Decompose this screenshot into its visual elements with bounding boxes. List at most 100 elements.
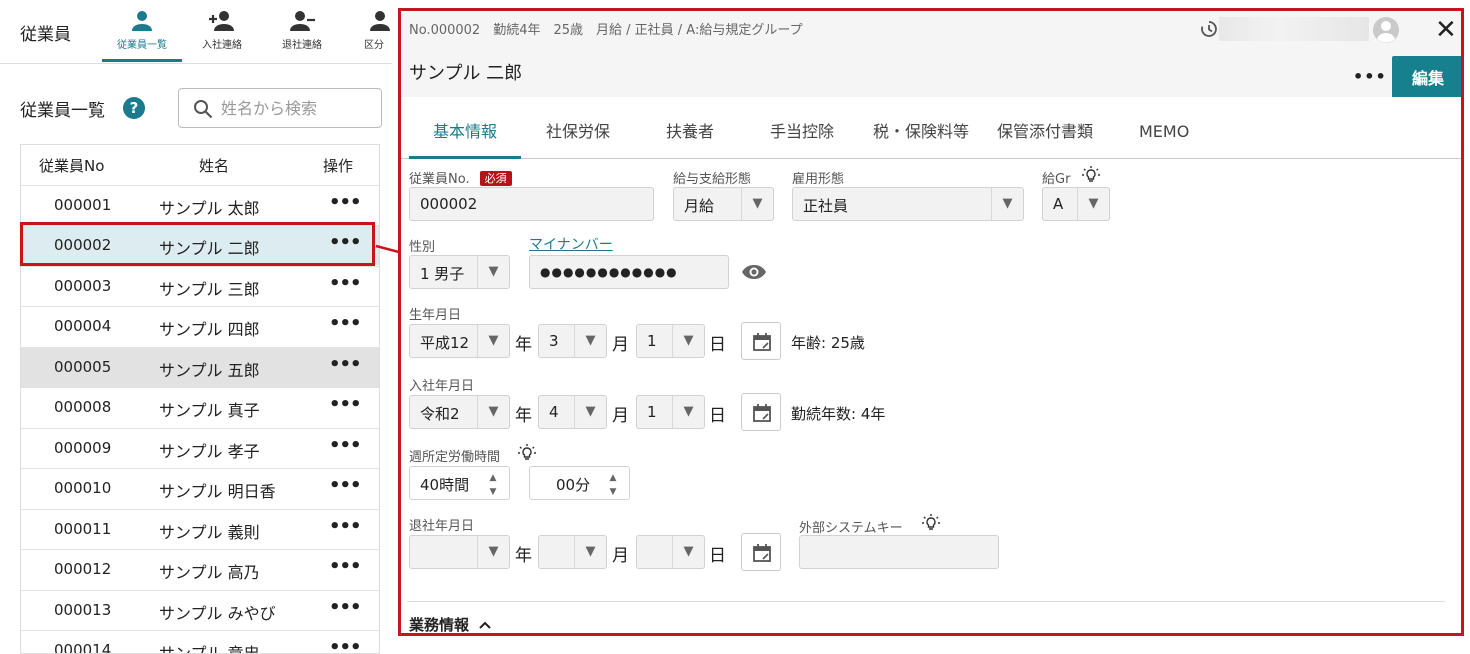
search-box[interactable] [178,88,382,128]
employee-name: サンプル 太郎 [159,199,260,218]
employee-name: サンプル 明日香 [159,482,276,501]
join-month-select[interactable]: 4 ▼ [538,395,607,429]
leave-era-select[interactable]: ▼ [409,535,510,569]
tab-dependents[interactable]: 扶養者 [666,97,714,159]
table-row[interactable]: 000001 サンプル 太郎 ••• [21,185,379,225]
employee-no: 000004 [54,317,112,335]
tab-social-insurance[interactable]: 社保労保 [546,97,610,159]
unit-month: 月 [612,546,629,566]
table-row[interactable]: 000014 サンプル 章忠 ••• [21,630,379,653]
table-row[interactable]: 000003 サンプル 三郎 ••• [21,266,379,306]
join-day-select[interactable]: 1 ▼ [636,395,705,429]
employee-meta: No.000002 勤続4年 25歳 月給 / 正社員 / A:給与規定グループ [409,23,803,38]
row-menu-button[interactable]: ••• [329,354,362,375]
emp-no-label: 従業員No. 必須 [409,168,512,187]
lightbulb-icon[interactable] [921,513,941,533]
nav-join-notice[interactable]: 入社連絡 [182,8,262,62]
chevron-down-icon: ▼ [672,325,704,357]
employee-no: 000012 [54,560,112,578]
join-label: 入社年月日 [409,379,475,394]
chevron-down-icon: ▼ [1077,188,1109,220]
emp-no-value: 000002 [420,195,478,213]
row-menu-button[interactable]: ••• [329,394,362,415]
table-row[interactable]: 000004 サンプル 四郎 ••• [21,306,379,346]
search-input[interactable] [221,97,371,119]
leave-calendar-button[interactable] [741,533,781,571]
history-icon[interactable] [1199,19,1219,39]
tab-memo[interactable]: MEMO [1139,97,1189,159]
row-menu-button[interactable]: ••• [329,192,362,213]
birth-month-select[interactable]: 3 ▼ [538,324,607,358]
birth-day-select[interactable]: 1 ▼ [636,324,705,358]
table-row[interactable]: 000009 サンプル 孝子 ••• [21,428,379,468]
calendar-icon [753,404,771,422]
row-menu-button[interactable]: ••• [329,597,362,618]
search-icon [194,100,213,119]
lightbulb-icon[interactable] [517,443,537,463]
leave-day-select[interactable]: ▼ [636,535,705,569]
unit-year: 年 [515,546,532,566]
mynumber-field[interactable]: ●●●●●●●●●●●● [529,255,729,289]
gr-select[interactable]: A ▼ [1042,187,1110,221]
table-row[interactable]: 000013 サンプル みやび ••• [21,590,379,630]
tab-allowances[interactable]: 手当控除 [770,97,834,159]
join-era-value: 令和2 [420,405,460,423]
nav-label: 区分 [364,40,384,51]
ext-key-field[interactable] [799,535,999,569]
section-divider [407,601,1445,602]
chevron-down-icon: ▼ [574,396,606,428]
chevron-down-icon: ▼ [672,536,704,568]
row-menu-button[interactable]: ••• [329,273,362,294]
birth-calendar-button[interactable] [741,322,781,360]
pay-type-select[interactable]: 月給 ▼ [673,187,774,221]
gender-select[interactable]: 1 男子 ▼ [409,255,510,289]
table-row[interactable]: 000012 サンプル 高乃 ••• [21,549,379,589]
stepper-arrows-icon[interactable]: ▲ ▼ [597,467,629,499]
birth-era-value: 平成12 [420,334,470,352]
leave-label: 退社年月日 [409,519,475,534]
table-row[interactable]: 000011 サンプル 義則 ••• [21,509,379,549]
table-row[interactable]: 000010 サンプル 明日香 ••• [21,468,379,508]
chevron-down-icon: ▼ [477,256,509,288]
row-menu-button[interactable]: ••• [329,313,362,334]
leave-month-select[interactable]: ▼ [538,535,607,569]
hours-stepper[interactable]: 40時間 ▲ ▼ [409,466,510,500]
row-menu-button[interactable]: ••• [329,475,362,496]
nav-leave-notice[interactable]: 退社連絡 [262,8,342,62]
table-row[interactable]: 000008 サンプル 真子 ••• [21,387,379,427]
section-business-info[interactable]: 業務情報 [409,614,492,634]
eye-icon[interactable] [741,263,767,281]
employee-name: サンプル 義則 [159,523,260,542]
nav-employee-list[interactable]: 従業員一覧 [102,8,182,62]
employment-select[interactable]: 正社員 ▼ [792,187,1024,221]
table-row-hover[interactable]: 000005 サンプル 五郎 ••• [21,347,379,387]
unit-day: 日 [709,546,726,566]
nav-category[interactable]: 区分 [342,8,392,62]
person-icon [132,11,152,31]
minutes-value: 00分 [556,476,591,494]
emp-no-field[interactable]: 000002 [409,187,654,221]
tab-attachments[interactable]: 保管添付書類 [997,97,1093,159]
close-button[interactable]: ✕ [1435,15,1457,45]
birth-day-value: 1 [647,332,657,350]
section-title-text: 業務情報 [409,616,470,634]
employee-no: 000005 [54,358,112,376]
tab-basic-info[interactable]: 基本情報 [409,97,522,159]
mynumber-link[interactable]: マイナンバー [529,237,613,253]
stepper-arrows-icon[interactable]: ▲ ▼ [477,467,509,499]
help-icon[interactable]: ? [123,97,145,119]
row-menu-button[interactable]: ••• [329,556,362,577]
tab-tax-premiums[interactable]: 税・保険料等 [873,97,969,159]
join-era-select[interactable]: 令和2 ▼ [409,395,510,429]
employee-name: サンプル 真子 [159,401,260,420]
birth-era-select[interactable]: 平成12 ▼ [409,324,510,358]
edit-button[interactable]: 編集 [1392,56,1461,98]
join-calendar-button[interactable] [741,393,781,431]
chevron-down-icon: ▼ [574,536,606,568]
lightbulb-icon[interactable] [1081,165,1101,185]
row-menu-button[interactable]: ••• [329,435,362,456]
avatar[interactable] [1371,15,1401,45]
more-options-button[interactable]: ••• [1353,67,1387,86]
row-menu-button[interactable]: ••• [329,516,362,537]
minutes-stepper[interactable]: 00分 ▲ ▼ [529,466,630,500]
